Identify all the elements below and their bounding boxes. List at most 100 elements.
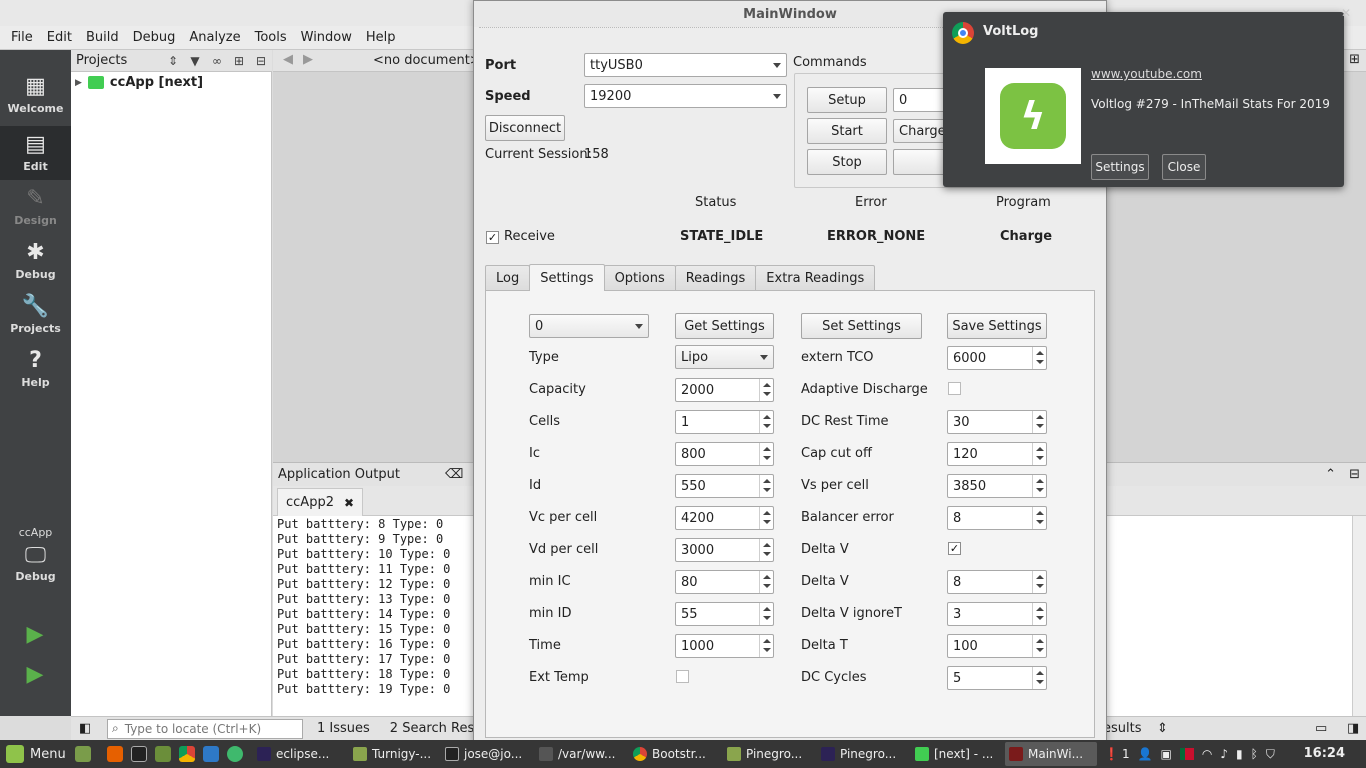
- task-turnigy[interactable]: Turnigy-...: [349, 742, 437, 766]
- close-output-icon[interactable]: ⊟: [1349, 467, 1360, 482]
- time-spinbox[interactable]: 1000: [675, 634, 774, 658]
- mode-projects[interactable]: 🔧 Projects: [0, 288, 71, 342]
- chrome-notification[interactable]: VoltLog ϟ www.youtube.com Voltlog #279 -…: [943, 12, 1344, 187]
- task-qtcreator[interactable]: [next] - ...: [911, 742, 1003, 766]
- user-icon[interactable]: 👤: [1138, 747, 1153, 761]
- wifi-icon[interactable]: ◠: [1202, 747, 1212, 761]
- receive-checkbox[interactable]: ✓: [486, 231, 499, 244]
- progress-icon[interactable]: ▭: [1315, 721, 1327, 736]
- menu-help[interactable]: Help: [359, 30, 403, 45]
- delta-v-checkbox[interactable]: ✓: [948, 542, 961, 555]
- kit-selector[interactable]: ccApp 🖵 Debug: [0, 526, 71, 583]
- task-terminal[interactable]: jose@jo...: [441, 742, 533, 766]
- delta-t-spinbox[interactable]: 100: [947, 634, 1047, 658]
- task-pinegrow[interactable]: Pinegro...: [817, 742, 909, 766]
- get-settings-button[interactable]: Get Settings: [675, 313, 774, 339]
- output-scrollbar[interactable]: [1352, 516, 1366, 716]
- kodi-launcher-icon[interactable]: [203, 746, 219, 762]
- volume-icon[interactable]: ♪: [1220, 747, 1228, 761]
- app-launcher-icon[interactable]: [227, 746, 243, 762]
- split-editor-icon[interactable]: ⊞: [1349, 52, 1360, 67]
- cells-spinbox[interactable]: 1: [675, 410, 774, 434]
- spin-arrows-icon[interactable]: [759, 603, 773, 625]
- task-pinegrow-folder[interactable]: Pinegro...: [723, 742, 815, 766]
- tree-item-ccapp[interactable]: ▶ ccApp [next]: [75, 75, 203, 90]
- spin-arrows-icon[interactable]: [1032, 347, 1046, 369]
- spin-arrows-icon[interactable]: [1032, 411, 1046, 433]
- tab-extra-readings[interactable]: Extra Readings: [755, 265, 876, 291]
- mode-welcome[interactable]: ▦ Welcome: [0, 68, 71, 122]
- spin-arrows-icon[interactable]: [1032, 635, 1046, 657]
- mode-help[interactable]: ? Help: [0, 342, 71, 396]
- locator-input[interactable]: ⌕ Type to locate (Ctrl+K): [107, 718, 303, 739]
- updown-icon[interactable]: ⇕: [162, 54, 184, 68]
- menu-file[interactable]: File: [4, 30, 40, 45]
- capacity-spinbox[interactable]: 2000: [675, 378, 774, 402]
- folder-launcher-icon[interactable]: [155, 746, 171, 762]
- spin-arrows-icon[interactable]: [759, 379, 773, 401]
- tab-readings[interactable]: Readings: [674, 265, 757, 291]
- min-id-spinbox[interactable]: 55: [675, 602, 774, 626]
- dc-cycles-spinbox[interactable]: 5: [947, 666, 1047, 690]
- vd-per-cell-spinbox[interactable]: 3000: [675, 538, 774, 562]
- nav-arrows-icon[interactable]: ◀▶: [283, 52, 323, 67]
- pane-arrows-icon[interactable]: ⇕: [1157, 721, 1168, 736]
- mode-design[interactable]: ✎ Design: [0, 180, 71, 234]
- window-close-icon[interactable]: ✕: [1341, 6, 1351, 20]
- notification-url[interactable]: www.youtube.com: [1091, 67, 1202, 81]
- spin-arrows-icon[interactable]: [759, 635, 773, 657]
- spin-arrows-icon[interactable]: [1032, 571, 1046, 593]
- adaptive-discharge-checkbox[interactable]: [948, 382, 961, 395]
- menu-debug[interactable]: Debug: [126, 30, 183, 45]
- balancer-error-spinbox[interactable]: 8: [947, 506, 1047, 530]
- set-settings-button[interactable]: Set Settings: [801, 313, 922, 339]
- vc-per-cell-spinbox[interactable]: 4200: [675, 506, 774, 530]
- menu-build[interactable]: Build: [79, 30, 126, 45]
- close-icon[interactable]: ✖: [344, 496, 354, 510]
- ic-spinbox[interactable]: 800: [675, 442, 774, 466]
- pane-results[interactable]: esults: [1103, 721, 1142, 736]
- maximize-pane-icon[interactable]: ⌃: [1325, 467, 1336, 482]
- notification-settings-button[interactable]: Settings: [1091, 154, 1149, 180]
- terminal-launcher-icon[interactable]: [131, 746, 147, 762]
- output-tab-ccapp2[interactable]: ccApp2 ✖: [277, 488, 364, 516]
- port-combo[interactable]: ttyUSB0: [584, 53, 787, 77]
- menu-analyze[interactable]: Analyze: [182, 30, 247, 45]
- spin-arrows-icon[interactable]: [759, 507, 773, 529]
- battery-icon[interactable]: ▮: [1236, 747, 1243, 761]
- files-launcher-icon[interactable]: [75, 746, 91, 762]
- notification-close-button[interactable]: Close: [1162, 154, 1206, 180]
- spin-arrows-icon[interactable]: [759, 571, 773, 593]
- save-settings-button[interactable]: Save Settings: [947, 313, 1047, 339]
- id-spinbox[interactable]: 550: [675, 474, 774, 498]
- document-selector[interactable]: <no document>: [373, 53, 481, 68]
- start-menu-button[interactable]: Menu: [0, 740, 66, 768]
- split-icon[interactable]: ⊞: [228, 54, 250, 68]
- portugal-flag-icon[interactable]: [1179, 748, 1194, 760]
- expand-arrow-icon[interactable]: ▶: [75, 78, 82, 88]
- dc-rest-time-spinbox[interactable]: 30: [947, 410, 1047, 434]
- menu-edit[interactable]: Edit: [40, 30, 79, 45]
- link-icon[interactable]: ∞: [206, 54, 228, 68]
- disconnect-button[interactable]: Disconnect: [485, 115, 565, 141]
- task-eclipse[interactable]: eclipse...: [253, 742, 345, 766]
- extern-tco-spinbox[interactable]: 6000: [947, 346, 1047, 370]
- spin-arrows-icon[interactable]: [759, 475, 773, 497]
- pane-issues[interactable]: 1 Issues: [311, 721, 376, 736]
- ext-temp-checkbox[interactable]: [676, 670, 689, 683]
- alert-icon[interactable]: ❗: [1104, 747, 1119, 761]
- cap-cut-off-spinbox[interactable]: 120: [947, 442, 1047, 466]
- run-icon[interactable]: ▶: [22, 622, 48, 648]
- delta-v-ignore-spinbox[interactable]: 3: [947, 602, 1047, 626]
- spin-arrows-icon[interactable]: [759, 443, 773, 465]
- setup-button[interactable]: Setup: [807, 87, 887, 113]
- projects-view-selector[interactable]: Projects: [76, 53, 127, 68]
- spin-arrows-icon[interactable]: [1032, 475, 1046, 497]
- spin-arrows-icon[interactable]: [1032, 507, 1046, 529]
- tab-options[interactable]: Options: [603, 265, 676, 291]
- min-ic-spinbox[interactable]: 80: [675, 570, 774, 594]
- stop-button[interactable]: Stop: [807, 149, 887, 175]
- firefox-launcher-icon[interactable]: [107, 746, 123, 762]
- task-mainwindow[interactable]: MainWi...: [1005, 742, 1097, 766]
- filter-icon[interactable]: ▼: [184, 54, 206, 68]
